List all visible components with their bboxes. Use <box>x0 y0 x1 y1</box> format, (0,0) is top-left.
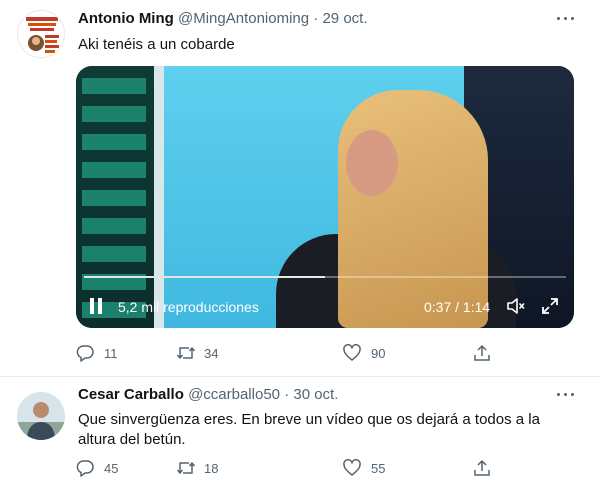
tweet[interactable]: Antonio Ming @MingAntonioming · 29 oct. … <box>0 0 600 378</box>
share-icon <box>474 345 490 361</box>
like-count: 90 <box>371 346 386 361</box>
reply-count: 11 <box>104 346 118 361</box>
tweet[interactable]: Cesar Carballo @ccarballo50 · 30 oct. Qu… <box>0 378 600 490</box>
view-count: 5,2 mil reproducciones <box>118 299 259 315</box>
display-name[interactable]: Antonio Ming <box>78 10 174 27</box>
retweet-count: 34 <box>204 346 219 361</box>
share-icon <box>474 460 490 476</box>
separator-dot: · <box>313 10 319 27</box>
video-player[interactable]: 5,2 mil reproducciones 0:37 / 1:14 <box>76 66 574 328</box>
avatar-photo-image <box>17 392 65 440</box>
video-progress-bar[interactable] <box>84 276 566 278</box>
display-name[interactable]: Cesar Carballo <box>78 386 184 403</box>
pause-icon[interactable] <box>90 298 102 314</box>
retweet-icon <box>176 347 196 359</box>
tweet-text: Aki tenéis a un cobarde <box>78 36 235 53</box>
tweet-header: Cesar Carballo @ccarballo50 · 30 oct. <box>78 386 338 403</box>
like-count: 55 <box>371 461 386 476</box>
video-frame <box>76 66 574 328</box>
user-handle[interactable]: @MingAntonioming <box>178 10 309 27</box>
video-controls: 5,2 mil reproducciones 0:37 / 1:14 <box>76 292 574 320</box>
volume-muted-icon[interactable] <box>506 296 526 316</box>
tweet-actions: 45 18 55 <box>76 458 496 478</box>
separator-dot: · <box>284 386 290 403</box>
expand-icon[interactable] <box>540 296 560 316</box>
avatar[interactable] <box>17 10 65 58</box>
video-time: 0:37 / 1:14 <box>424 299 491 315</box>
reply-icon <box>76 345 94 362</box>
tweet-header: Antonio Ming @MingAntonioming · 29 oct. <box>78 10 368 27</box>
video-progress-fill <box>84 276 325 278</box>
tweet-divider <box>0 376 600 377</box>
user-handle[interactable]: @ccarballo50 <box>188 386 280 403</box>
avatar[interactable] <box>17 392 65 440</box>
retweet-icon <box>176 462 196 474</box>
more-icon[interactable] <box>554 386 578 404</box>
tweet-actions: 11 34 90 <box>76 343 496 363</box>
retweet-count: 18 <box>204 461 219 476</box>
tweet-text: Que sinvergüenza eres. En breve un vídeo… <box>78 411 540 448</box>
more-icon[interactable] <box>554 10 578 28</box>
heart-icon <box>343 459 361 476</box>
reply-icon <box>76 460 94 477</box>
tweet-date[interactable]: 29 oct. <box>322 10 367 27</box>
avatar-cartoon-image <box>18 11 64 57</box>
heart-icon <box>343 344 361 361</box>
reply-count: 45 <box>104 461 119 476</box>
tweet-date[interactable]: 30 oct. <box>293 386 338 403</box>
